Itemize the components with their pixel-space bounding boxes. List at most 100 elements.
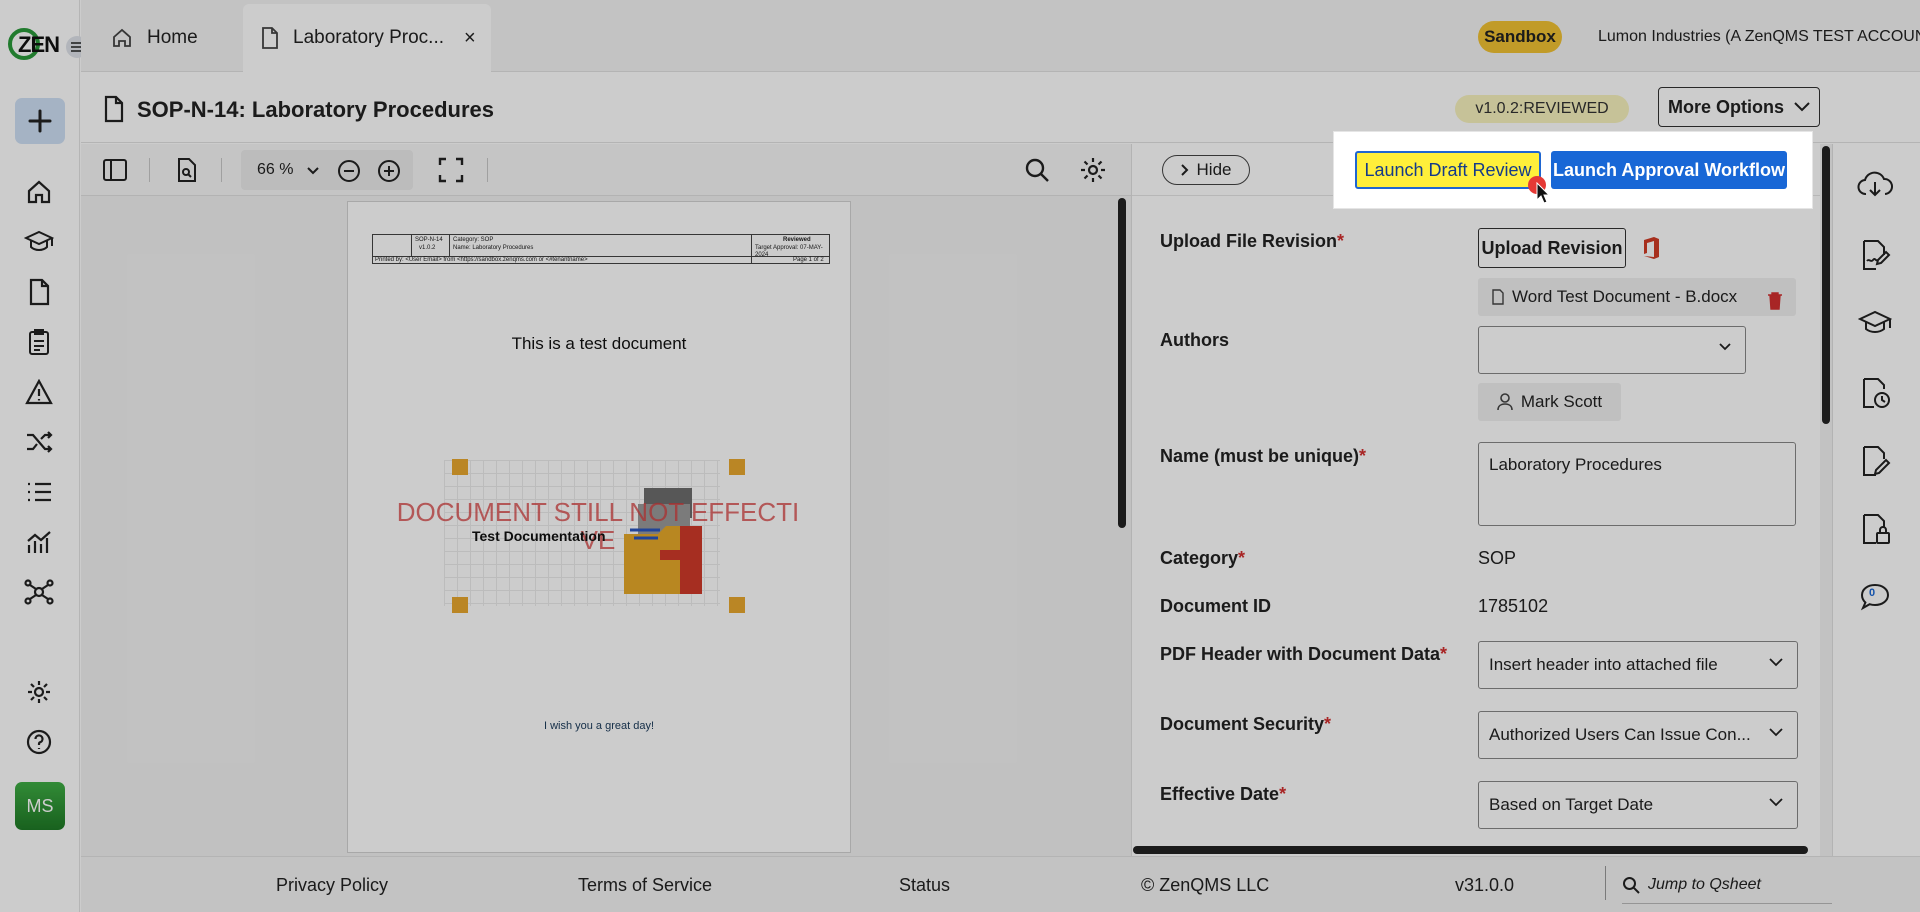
- analytics-chart-icon[interactable]: [24, 527, 54, 557]
- user-avatar[interactable]: MS: [15, 782, 65, 830]
- create-new-button[interactable]: [15, 98, 65, 144]
- copyright-text: © ZenQMS LLC: [1141, 875, 1270, 895]
- trash-icon[interactable]: [1767, 292, 1783, 310]
- tab-label: Laboratory Proc...: [293, 27, 445, 48]
- jump-placeholder: Jump to Qsheet: [1648, 876, 1761, 893]
- resize-handle: [452, 597, 468, 613]
- document-id-value: 1785102: [1478, 596, 1549, 616]
- training-cap-icon[interactable]: [1856, 304, 1894, 342]
- more-options-button[interactable]: More Options: [1658, 87, 1820, 127]
- home-icon: [113, 28, 131, 47]
- cloud-download-icon[interactable]: [1856, 166, 1894, 204]
- document-security-label: Document Security*: [1160, 714, 1332, 734]
- top-tab-bar: Home Laboratory Proc... × Sandbox Lumon …: [81, 0, 1920, 72]
- panel-horizontal-scrollbar[interactable]: [1133, 846, 1808, 854]
- attached-file-chip[interactable]: Word Test Document - B.docx: [1478, 278, 1796, 316]
- locked-document-icon[interactable]: [1856, 510, 1894, 548]
- document-icon: [262, 27, 278, 49]
- tab-home[interactable]: Home: [111, 4, 198, 72]
- viewer-scrollbar[interactable]: [1118, 198, 1126, 528]
- document-search-icon[interactable]: [173, 156, 201, 184]
- chevron-down-icon: [1769, 798, 1783, 807]
- logo-text: ZEN: [18, 32, 60, 57]
- search-icon: [1623, 877, 1640, 894]
- header-status: Reviewed: [783, 237, 811, 243]
- chevron-down-icon: [1719, 343, 1731, 351]
- chevron-right-icon: [1180, 164, 1188, 176]
- mouse-cursor-icon: [1536, 182, 1550, 204]
- version-status-badge: v1.0.2:REVIEWED: [1455, 95, 1629, 123]
- resize-handle: [729, 459, 745, 475]
- resize-handle: [729, 597, 745, 613]
- category-value: SOP: [1478, 548, 1517, 568]
- office-icon[interactable]: [1642, 236, 1660, 260]
- launch-approval-workflow-button[interactable]: Launch Approval Workflow: [1551, 151, 1787, 189]
- pdf-header-select[interactable]: Insert header into attached file: [1478, 641, 1798, 689]
- search-icon[interactable]: [1023, 156, 1051, 184]
- upload-revision-button[interactable]: Upload Revision: [1478, 228, 1626, 268]
- fullscreen-icon[interactable]: [437, 156, 465, 184]
- zoom-control: 66 %: [241, 150, 413, 190]
- clipboard-checklist-icon[interactable]: [24, 327, 54, 357]
- settings-gear-icon[interactable]: [24, 677, 54, 707]
- more-options-label: More Options: [1668, 96, 1784, 117]
- document-icon[interactable]: [24, 277, 54, 307]
- training-cap-icon[interactable]: [24, 227, 54, 257]
- warning-triangle-icon[interactable]: [24, 377, 54, 407]
- file-icon: [1492, 289, 1504, 305]
- category-label: Category*: [1160, 548, 1246, 568]
- tab-laboratory-procedures[interactable]: Laboratory Proc... ×: [243, 4, 491, 72]
- author-chip[interactable]: Mark Scott: [1478, 383, 1621, 421]
- hide-panel-button[interactable]: Hide: [1162, 155, 1250, 185]
- pdf-page-header: SOP-N-14 v1.0.2 Category: SOP Name: Labo…: [372, 234, 830, 264]
- document-security-value: Authorized Users Can Issue Con...: [1489, 725, 1751, 744]
- account-name[interactable]: Lumon Industries (A ZenQMS TEST ACCOUNT): [1598, 28, 1920, 46]
- header-printed: Printed by: <User Email> from <https://s…: [375, 257, 588, 263]
- comments-icon[interactable]: 0: [1856, 578, 1894, 616]
- resize-handle: [452, 459, 468, 475]
- sidebar-toggle-icon[interactable]: [101, 156, 129, 184]
- sign-document-icon[interactable]: [1856, 236, 1894, 274]
- name-textarea[interactable]: Laboratory Procedures: [1478, 442, 1796, 526]
- document-security-select[interactable]: Authorized Users Can Issue Con...: [1478, 711, 1798, 759]
- hide-label: Hide: [1196, 160, 1232, 179]
- header-name: Name: Laboratory Procedures: [453, 245, 534, 251]
- author-name: Mark Scott: [1520, 392, 1603, 411]
- toolbar-divider: [149, 158, 150, 182]
- network-hub-icon[interactable]: [24, 577, 54, 607]
- shuffle-icon[interactable]: [24, 427, 54, 457]
- status-link[interactable]: Status: [899, 875, 950, 896]
- effective-date-select[interactable]: Based on Target Date: [1478, 781, 1798, 829]
- home-icon[interactable]: [24, 177, 54, 207]
- zoom-in-icon[interactable]: [377, 159, 401, 183]
- sandbox-badge: Sandbox: [1478, 21, 1562, 53]
- viewer-settings-gear-icon[interactable]: [1079, 156, 1107, 184]
- terms-of-service-link[interactable]: Terms of Service: [578, 875, 712, 896]
- person-icon: [1497, 393, 1513, 411]
- zen-logo[interactable]: ZEN: [8, 26, 60, 62]
- close-tab-icon[interactable]: ×: [464, 27, 476, 50]
- plus-icon: [28, 109, 52, 133]
- panel-scrollbar[interactable]: [1822, 146, 1830, 424]
- jump-underline: [1622, 903, 1832, 904]
- chevron-down-icon: [1794, 102, 1810, 112]
- authors-select[interactable]: [1478, 326, 1746, 374]
- privacy-policy-link[interactable]: Privacy Policy: [276, 875, 388, 896]
- image-label: Test Documentation: [472, 528, 606, 544]
- watermark-line: DOCUMENT STILL NOT EFFECTI: [396, 497, 800, 527]
- effective-date-value: Based on Target Date: [1489, 795, 1654, 814]
- zoom-out-icon[interactable]: [337, 159, 361, 183]
- chevron-down-icon[interactable]: [307, 167, 319, 175]
- help-circle-icon[interactable]: [24, 727, 54, 757]
- left-navigation-rail: ZEN MS: [0, 0, 80, 912]
- launch-draft-review-button[interactable]: Launch Draft Review: [1355, 151, 1541, 189]
- chevron-down-icon: [1769, 658, 1783, 667]
- jump-to-qsheet-search[interactable]: Jump to Qsheet: [1622, 870, 1822, 900]
- pdf-header-value: Insert header into attached file: [1489, 655, 1718, 674]
- page-footer-text: I wish you a great day!: [543, 720, 655, 732]
- zoom-level[interactable]: 66 %: [257, 161, 293, 179]
- edit-document-icon[interactable]: [1856, 442, 1894, 480]
- task-list-icon[interactable]: [24, 477, 54, 507]
- document-history-icon[interactable]: [1856, 374, 1894, 412]
- footer-divider: [1605, 866, 1606, 900]
